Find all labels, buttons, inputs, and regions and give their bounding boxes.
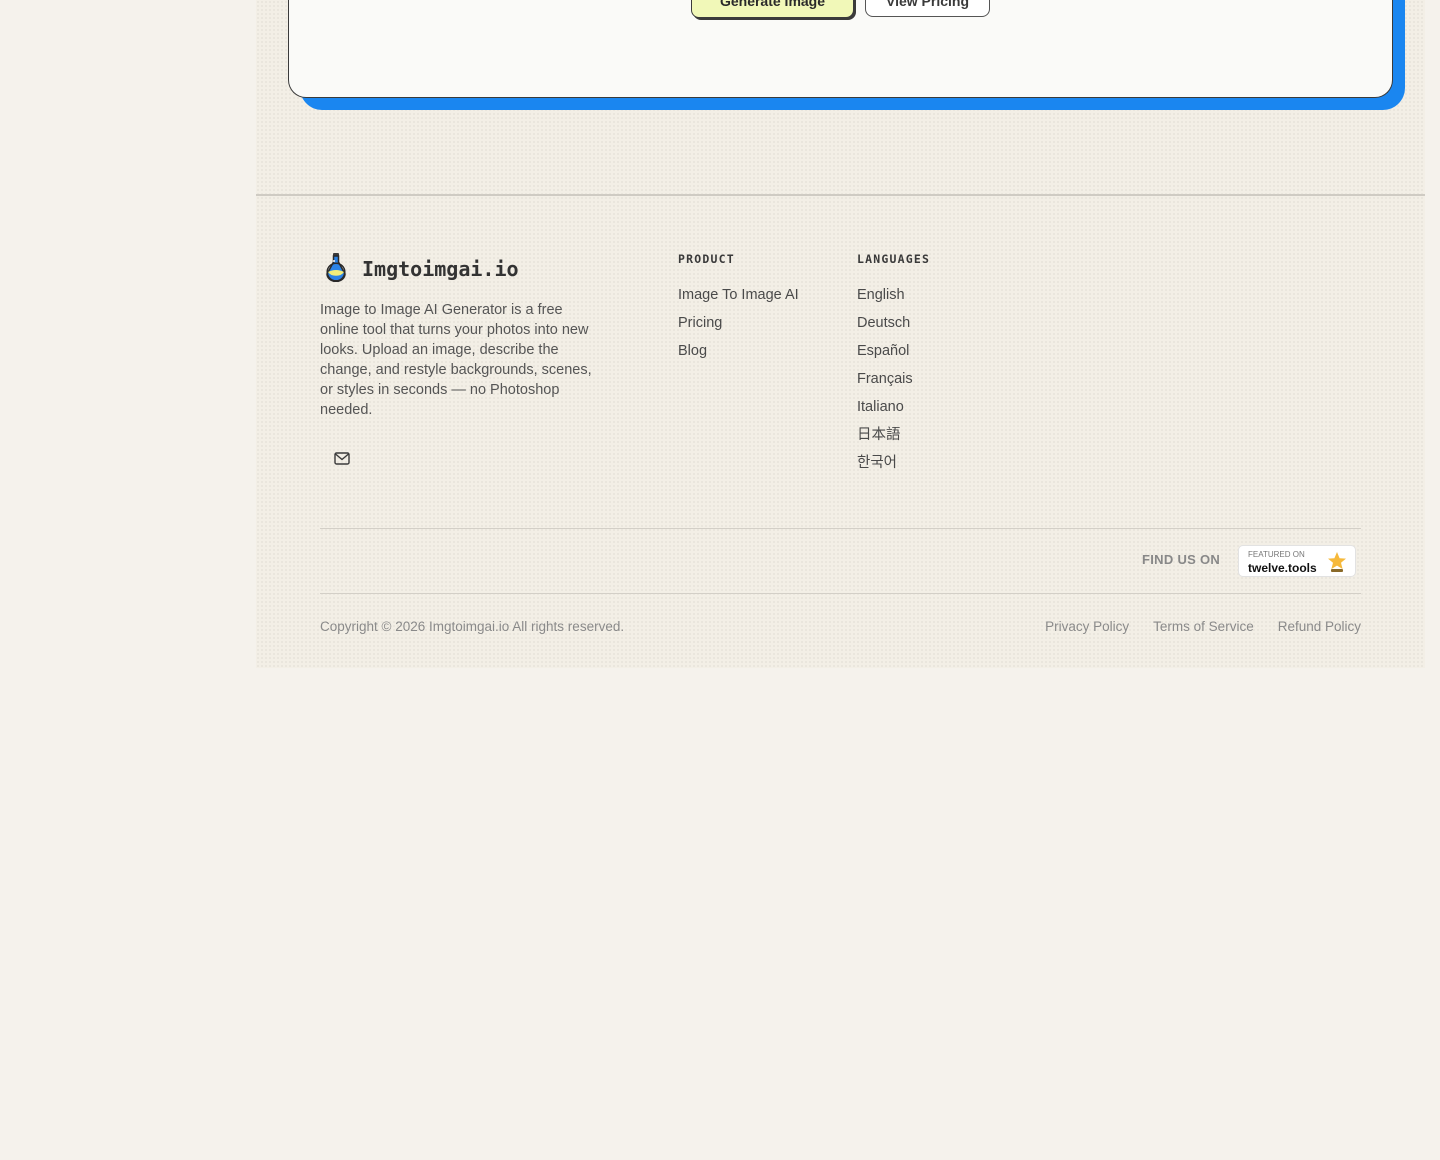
twelve-tools-badge[interactable]: FEATURED ON twelve.tools [1238, 545, 1356, 577]
languages-heading: LANGUAGES [857, 252, 931, 266]
languages-column: LANGUAGES English Deutsch Español França… [857, 252, 930, 477]
privacy-policy-link[interactable]: Privacy Policy [1045, 619, 1129, 634]
legal-links: Privacy Policy Terms of Service Refund P… [1045, 619, 1361, 634]
footer-divider-bottom [320, 593, 1361, 594]
language-link-deutsch[interactable]: Deutsch [857, 309, 930, 337]
language-link-korean[interactable]: 한국어 [857, 449, 930, 477]
footer-divider [320, 528, 1361, 529]
language-link-japanese[interactable]: 日本語 [857, 421, 930, 449]
language-link-francais[interactable]: Français [857, 365, 930, 393]
footer-description: Image to Image AI Generator is a free on… [320, 302, 592, 418]
terms-of-service-link[interactable]: Terms of Service [1153, 619, 1254, 634]
refund-policy-link[interactable]: Refund Policy [1278, 619, 1361, 634]
brand-name: Imgtoimgai.io [362, 257, 519, 281]
find-us-label: FIND US ON [1142, 552, 1221, 567]
trophy-star-icon [1327, 551, 1347, 577]
product-column: PRODUCT Image To Image AI Pricing Blog [678, 252, 799, 365]
badge-featured-label: FEATURED ON [1248, 550, 1305, 559]
flask-logo-icon [322, 252, 350, 286]
mail-icon[interactable] [330, 448, 354, 468]
section-divider [256, 194, 1425, 196]
footer-link-pricing[interactable]: Pricing [678, 309, 799, 337]
badge-site-name: twelve.tools [1248, 561, 1317, 575]
language-link-espanol[interactable]: Español [857, 337, 930, 365]
language-link-english[interactable]: English [857, 281, 930, 309]
view-pricing-button[interactable]: View Pricing [865, 0, 990, 17]
footer-link-image-to-image-ai[interactable]: Image To Image AI [678, 281, 799, 309]
footer-brand[interactable]: Imgtoimgai.io [322, 252, 519, 286]
footer-link-blog[interactable]: Blog [678, 337, 799, 365]
product-heading: PRODUCT [678, 252, 735, 266]
copyright-text: Copyright © 2026 Imgtoimgai.io All right… [320, 619, 625, 634]
language-link-italiano[interactable]: Italiano [857, 393, 930, 421]
generate-image-button[interactable]: Generate Image [691, 0, 854, 18]
